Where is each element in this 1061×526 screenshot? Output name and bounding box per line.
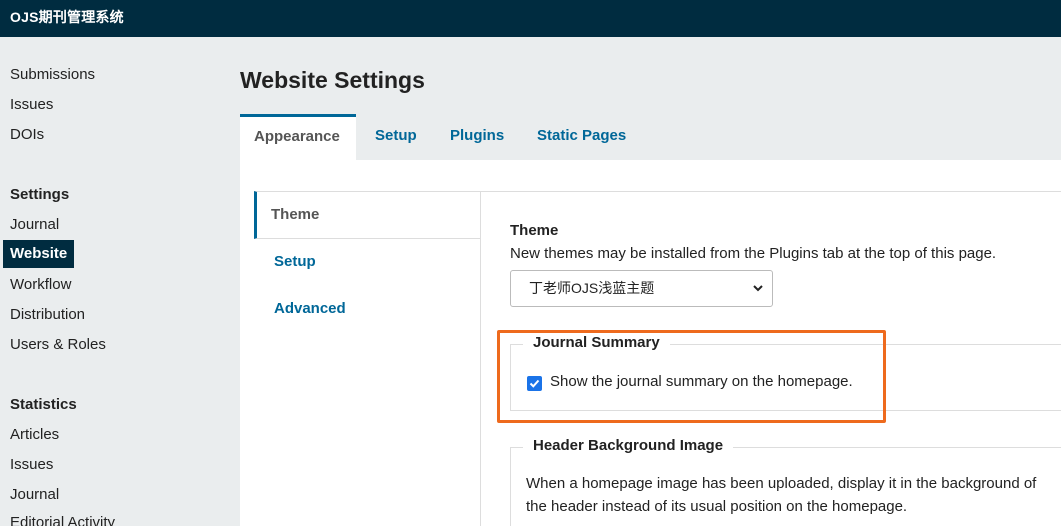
theme-select-value: 丁老师OJS浅蓝主题 — [529, 280, 655, 296]
header-background-description: When a homepage image has been uploaded,… — [526, 475, 1037, 515]
page-title: Website Settings — [240, 67, 425, 93]
tab-plugins[interactable]: Plugins — [450, 114, 504, 160]
header-background-legend: Header Background Image — [523, 437, 734, 454]
chevron-down-icon — [752, 271, 764, 320]
subtab-advanced[interactable]: Advanced — [254, 299, 480, 319]
journal-summary-checkbox[interactable] — [527, 376, 542, 391]
subtab-setup[interactable]: Setup — [254, 252, 480, 272]
sidebar-item-stats-issues[interactable]: Issues — [10, 455, 53, 475]
subtab-theme[interactable]: Theme — [254, 191, 480, 239]
theme-field-label: Theme — [510, 222, 559, 239]
tab-setup[interactable]: Setup — [375, 114, 417, 160]
sidebar-item-dois[interactable]: DOIs — [10, 125, 44, 145]
sidebar-item-stats-journal[interactable]: Journal — [10, 485, 59, 505]
tab-appearance[interactable]: Appearance — [240, 114, 356, 160]
journal-summary-checkbox-label[interactable]: Show the journal summary on the homepage… — [550, 373, 853, 390]
sidebar-heading-statistics: Statistics — [10, 396, 77, 413]
sidebar-item-articles[interactable]: Articles — [10, 425, 59, 445]
sidebar-item-website[interactable]: Website — [3, 240, 75, 268]
app-title[interactable]: OJS期刊管理系统 — [10, 7, 124, 27]
theme-field-description: New themes may be installed from the Plu… — [510, 245, 997, 262]
settings-tabs: Appearance Setup Plugins Static Pages — [240, 114, 1061, 160]
theme-select[interactable]: 丁老师OJS浅蓝主题 — [510, 270, 773, 307]
checkmark-icon — [529, 379, 540, 388]
tab-static-pages[interactable]: Static Pages — [537, 114, 626, 160]
sidebar: Submissions Issues DOIs Settings Journal… — [0, 37, 220, 526]
sidebar-heading-settings: Settings — [10, 186, 70, 203]
sidebar-item-workflow[interactable]: Workflow — [10, 275, 71, 295]
sidebar-item-issues[interactable]: Issues — [10, 95, 53, 115]
sidebar-item-journal[interactable]: Journal — [10, 215, 59, 235]
sidebar-item-editorial-activity[interactable]: Editorial Activity — [10, 513, 115, 526]
top-bar: OJS期刊管理系统 — [0, 0, 1061, 37]
sidebar-item-users-roles[interactable]: Users & Roles — [10, 335, 106, 355]
journal-summary-legend: Journal Summary — [523, 334, 670, 351]
sidebar-item-distribution[interactable]: Distribution — [10, 305, 85, 325]
sidebar-item-submissions[interactable]: Submissions — [10, 65, 95, 85]
